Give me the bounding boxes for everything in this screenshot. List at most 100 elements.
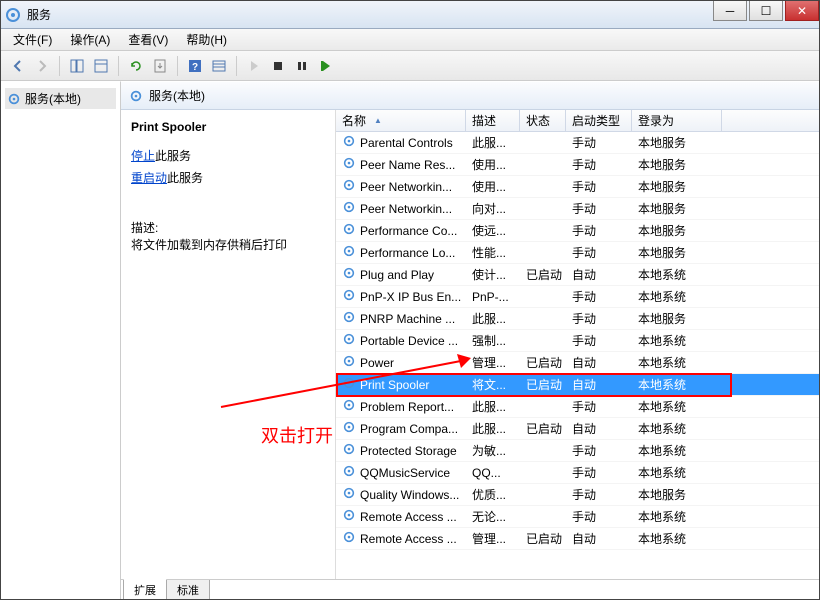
cell-start: 手动 [566, 508, 632, 525]
body: 服务(本地) 服务(本地) Print Spooler 停止此服务 重启动此服务… [1, 81, 819, 600]
restart-service-link[interactable]: 重启动 [131, 171, 167, 185]
table-row[interactable]: Problem Report...此服...手动本地系统 [336, 396, 819, 418]
menu-action[interactable]: 操作(A) [62, 29, 118, 50]
properties-button[interactable] [90, 55, 112, 77]
service-list[interactable]: 名称▲ 描述 状态 启动类型 登录为 Parental Controls此服..… [336, 110, 819, 579]
close-button[interactable]: ✕ [785, 1, 819, 21]
separator [118, 56, 119, 76]
cell-name: Remote Access ... [336, 530, 466, 547]
table-row[interactable]: QQMusicServiceQQ...手动本地系统 [336, 462, 819, 484]
cell-name: Quality Windows... [336, 486, 466, 503]
cell-logon: 本地系统 [632, 508, 722, 525]
table-row[interactable]: Parental Controls此服...手动本地服务 [336, 132, 819, 154]
gear-icon [342, 200, 356, 217]
main-panel: 服务(本地) Print Spooler 停止此服务 重启动此服务 描述: 将文… [121, 81, 819, 600]
col-header-logon[interactable]: 登录为 [632, 110, 722, 131]
separator [177, 56, 178, 76]
forward-button[interactable] [31, 55, 53, 77]
cell-state: 已启动 [520, 376, 566, 393]
cell-desc: 向对... [466, 200, 520, 217]
table-row[interactable]: Remote Access ...无论...手动本地系统 [336, 506, 819, 528]
table-row[interactable]: Portable Device ...强制...手动本地系统 [336, 330, 819, 352]
cell-start: 手动 [566, 178, 632, 195]
restart-service-button[interactable] [315, 55, 337, 77]
help-button[interactable]: ? [184, 55, 206, 77]
back-button[interactable] [7, 55, 29, 77]
svg-text:?: ? [192, 62, 198, 73]
cell-state: 已启动 [520, 420, 566, 437]
table-row[interactable]: Quality Windows...优质...手动本地服务 [336, 484, 819, 506]
table-row[interactable]: Peer Name Res...使用...手动本地服务 [336, 154, 819, 176]
table-row[interactable]: PnP-X IP Bus En...PnP-...手动本地系统 [336, 286, 819, 308]
gear-icon [342, 354, 356, 371]
gear-icon [342, 398, 356, 415]
tree-item-services-local[interactable]: 服务(本地) [5, 88, 116, 109]
cell-name: Parental Controls [336, 134, 466, 151]
cell-logon: 本地服务 [632, 222, 722, 239]
show-hide-tree-button[interactable] [66, 55, 88, 77]
table-row[interactable]: Performance Co...使远...手动本地服务 [336, 220, 819, 242]
cell-desc: 管理... [466, 354, 520, 371]
cell-name: Problem Report... [336, 398, 466, 415]
cell-logon: 本地系统 [632, 266, 722, 283]
gear-icon [342, 530, 356, 547]
menu-help[interactable]: 帮助(H) [178, 29, 235, 50]
cell-start: 手动 [566, 222, 632, 239]
col-header-name[interactable]: 名称▲ [336, 110, 466, 131]
gear-icon [342, 222, 356, 239]
gear-icon [342, 442, 356, 459]
cell-desc: 使用... [466, 178, 520, 195]
col-header-start[interactable]: 启动类型 [566, 110, 632, 131]
cell-start: 手动 [566, 200, 632, 217]
description-text: 将文件加载到内存供稍后打印 [131, 236, 325, 253]
table-row[interactable]: Performance Lo...性能...手动本地服务 [336, 242, 819, 264]
maximize-button[interactable]: ☐ [749, 1, 783, 21]
col-header-state[interactable]: 状态 [520, 110, 566, 131]
col-header-desc[interactable]: 描述 [466, 110, 520, 131]
table-row[interactable]: Remote Access ...管理...已启动自动本地系统 [336, 528, 819, 550]
list-header: 名称▲ 描述 状态 启动类型 登录为 [336, 110, 819, 132]
cell-desc: 将文... [466, 376, 520, 393]
main-heading: 服务(本地) [149, 87, 205, 104]
title-bar[interactable]: 服务 ─ ☐ ✕ [1, 1, 819, 29]
tab-standard[interactable]: 标准 [166, 580, 210, 600]
table-row[interactable]: Power管理...已启动自动本地系统 [336, 352, 819, 374]
cell-start: 手动 [566, 398, 632, 415]
stop-service-link[interactable]: 停止 [131, 149, 155, 163]
cell-desc: 管理... [466, 530, 520, 547]
cell-name: Plug and Play [336, 266, 466, 283]
cell-start: 手动 [566, 310, 632, 327]
gear-icon [342, 508, 356, 525]
table-row[interactable]: Plug and Play使计...已启动自动本地系统 [336, 264, 819, 286]
cell-name: Power [336, 354, 466, 371]
gear-icon [342, 332, 356, 349]
table-row[interactable]: Peer Networkin...使用...手动本地服务 [336, 176, 819, 198]
minimize-button[interactable]: ─ [713, 1, 747, 21]
cell-start: 手动 [566, 288, 632, 305]
view-button[interactable] [208, 55, 230, 77]
table-row[interactable]: Protected Storage为敏...手动本地系统 [336, 440, 819, 462]
stop-service-button[interactable] [267, 55, 289, 77]
menu-view[interactable]: 查看(V) [120, 29, 176, 50]
separator [236, 56, 237, 76]
export-button[interactable] [149, 55, 171, 77]
table-row[interactable]: Peer Networkin...向对...手动本地服务 [336, 198, 819, 220]
refresh-button[interactable] [125, 55, 147, 77]
cell-name: Portable Device ... [336, 332, 466, 349]
tab-extended[interactable]: 扩展 [123, 579, 167, 600]
sort-asc-icon: ▲ [374, 116, 382, 125]
pause-service-button[interactable] [291, 55, 313, 77]
cell-logon: 本地系统 [632, 332, 722, 349]
cell-name: Peer Name Res... [336, 156, 466, 173]
start-service-button[interactable] [243, 55, 265, 77]
cell-name: Remote Access ... [336, 508, 466, 525]
cell-state: 已启动 [520, 266, 566, 283]
table-row[interactable]: Print Spooler将文...已启动自动本地系统 [336, 374, 819, 396]
cell-desc: 此服... [466, 134, 520, 151]
main-header: 服务(本地) [121, 82, 819, 110]
gear-icon [342, 134, 356, 151]
menu-file[interactable]: 文件(F) [5, 29, 60, 50]
table-row[interactable]: PNRP Machine ...此服...手动本地服务 [336, 308, 819, 330]
table-row[interactable]: Program Compa...此服...已启动自动本地系统 [336, 418, 819, 440]
tree-panel: 服务(本地) [1, 81, 121, 600]
